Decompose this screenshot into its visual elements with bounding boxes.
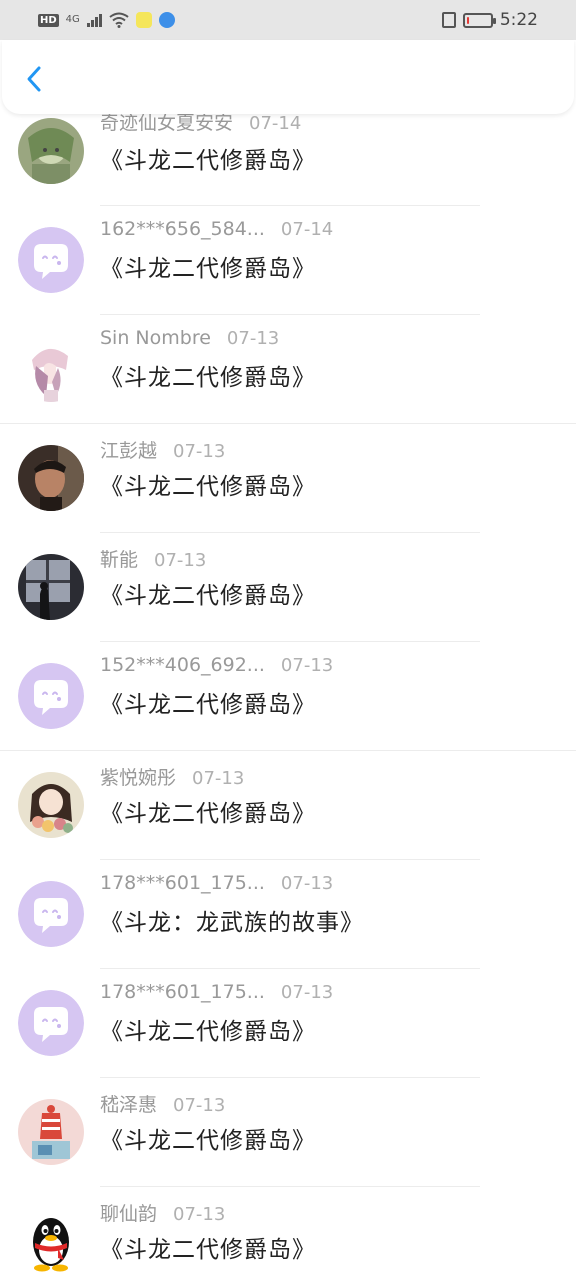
avatar-image	[18, 772, 84, 838]
status-left: HD 4G	[38, 12, 175, 28]
message-row[interactable]: 178***601_175... 07-13 《斗龙：龙武族的故事》	[0, 860, 576, 969]
signal-icon	[86, 13, 102, 27]
sender-line: 178***601_175... 07-13	[100, 872, 333, 894]
message-date: 07-13	[280, 873, 334, 894]
avatar[interactable]	[18, 554, 84, 620]
battery-icon	[462, 12, 496, 28]
message-date: 07-13	[280, 655, 334, 676]
message-text: 《斗龙二代修爵岛》	[100, 1128, 316, 1154]
sender-name: Sin Nombre	[100, 327, 211, 349]
message-date: 07-13	[173, 1204, 226, 1225]
message-row[interactable]: 嵇泽惠 07-13 《斗龙二代修爵岛》	[0, 1078, 576, 1187]
avatar-image	[18, 1099, 84, 1165]
avatar[interactable]	[18, 881, 84, 947]
sender-name: 162***656_584...	[100, 218, 265, 240]
qq-penguin-icon	[18, 1208, 84, 1274]
message-date: 07-13	[192, 768, 245, 789]
status-right: 5:22	[441, 10, 538, 30]
sender-line: 聊仙韵 07-13	[100, 1199, 225, 1226]
battery-level	[466, 16, 469, 24]
message-text: 《斗龙二代修爵岛》	[100, 583, 316, 609]
message-row[interactable]: 紫悦婉彤 07-13 《斗龙二代修爵岛》	[0, 751, 576, 860]
message-date: 07-13	[154, 550, 207, 571]
default-avatar-icon	[18, 227, 84, 293]
message-date: 07-14	[249, 113, 302, 134]
chevron-left-icon	[27, 66, 41, 92]
wifi-icon	[109, 12, 129, 28]
message-date: 07-13	[173, 1095, 226, 1116]
message-text: 《斗龙二代修爵岛》	[100, 148, 316, 174]
message-text: 《斗龙二代修爵岛》	[100, 801, 316, 827]
message-text: 《斗龙：龙武族的故事》	[100, 910, 364, 936]
sender-name: 靳能	[100, 549, 139, 571]
message-row[interactable]: 靳能 07-13 《斗龙二代修爵岛》	[0, 533, 576, 642]
avatar[interactable]	[18, 118, 84, 184]
message-row[interactable]: 聊仙韵 07-13 《斗龙二代修爵岛》	[0, 1187, 576, 1280]
sender-line: 152***406_692... 07-13	[100, 654, 333, 676]
message-row[interactable]: 江彭越 07-13 《斗龙二代修爵岛》	[0, 424, 576, 533]
back-button[interactable]	[18, 62, 52, 96]
avatar[interactable]	[18, 336, 84, 402]
message-date: 07-13	[173, 441, 226, 462]
sender-name: 聊仙韵	[100, 1203, 158, 1225]
avatar[interactable]	[18, 663, 84, 729]
top-app-bar	[2, 40, 574, 114]
default-avatar-icon	[18, 990, 84, 1056]
message-row[interactable]: 178***601_175... 07-13 《斗龙二代修爵岛》	[0, 969, 576, 1078]
message-text: 《斗龙二代修爵岛》	[100, 1019, 316, 1045]
message-list: 奇迹仙女夏安安 07-14 《斗龙二代修爵岛》 162***656_584... 07…	[0, 112, 576, 1280]
network-type: 4G	[65, 14, 80, 25]
clock: 5:22	[499, 10, 538, 30]
sender-line: 178***601_175... 07-13	[100, 981, 333, 1003]
browser-notification-icon	[158, 12, 175, 28]
sender-line: 162***656_584... 07-14	[100, 218, 333, 240]
avatar-image	[18, 445, 84, 511]
sender-name: 江彭越	[100, 440, 158, 462]
avatar[interactable]	[18, 772, 84, 838]
avatar-image	[18, 336, 84, 402]
message-date: 07-14	[280, 219, 334, 240]
sender-line: 嵇泽惠 07-13	[100, 1090, 225, 1117]
message-row[interactable]: 152***406_692... 07-13 《斗龙二代修爵岛》	[0, 642, 576, 751]
avatar[interactable]	[18, 227, 84, 293]
default-avatar-icon	[18, 663, 84, 729]
message-row[interactable]: 奇迹仙女夏安安 07-14 《斗龙二代修爵岛》	[0, 112, 576, 206]
sender-name: 嵇泽惠	[100, 1094, 158, 1116]
hd-badge: HD	[38, 13, 59, 27]
message-text: 《斗龙二代修爵岛》	[100, 256, 316, 282]
avatar[interactable]	[18, 1099, 84, 1165]
message-date: 07-13	[280, 982, 334, 1003]
avatar[interactable]	[18, 990, 84, 1056]
default-avatar-icon	[18, 881, 84, 947]
message-row[interactable]: Sin Nombre 07-13 《斗龙二代修爵岛》	[0, 315, 576, 424]
message-text: 《斗龙二代修爵岛》	[100, 474, 316, 500]
message-date: 07-13	[226, 328, 280, 349]
sender-name: 178***601_175...	[100, 981, 265, 1003]
sender-line: Sin Nombre 07-13	[100, 327, 279, 349]
vibrate-icon	[441, 12, 456, 28]
message-text: 《斗龙二代修爵岛》	[100, 692, 316, 718]
message-row[interactable]: 162***656_584... 07-14 《斗龙二代修爵岛》	[0, 206, 576, 315]
avatar[interactable]	[18, 1208, 84, 1274]
sender-line: 江彭越 07-13	[100, 436, 225, 463]
sender-name: 178***601_175...	[100, 872, 265, 894]
sender-name: 152***406_692...	[100, 654, 265, 676]
message-text: 《斗龙二代修爵岛》	[100, 1237, 316, 1263]
sender-name: 紫悦婉彤	[100, 767, 177, 789]
avatar-image	[18, 554, 84, 620]
app-notification-icon	[135, 12, 152, 28]
sender-line: 紫悦婉彤 07-13	[100, 763, 244, 790]
sender-line: 靳能 07-13	[100, 545, 206, 572]
status-bar: HD 4G 5:22	[0, 0, 576, 40]
message-text: 《斗龙二代修爵岛》	[100, 365, 316, 391]
avatar-image	[18, 118, 84, 184]
avatar[interactable]	[18, 445, 84, 511]
